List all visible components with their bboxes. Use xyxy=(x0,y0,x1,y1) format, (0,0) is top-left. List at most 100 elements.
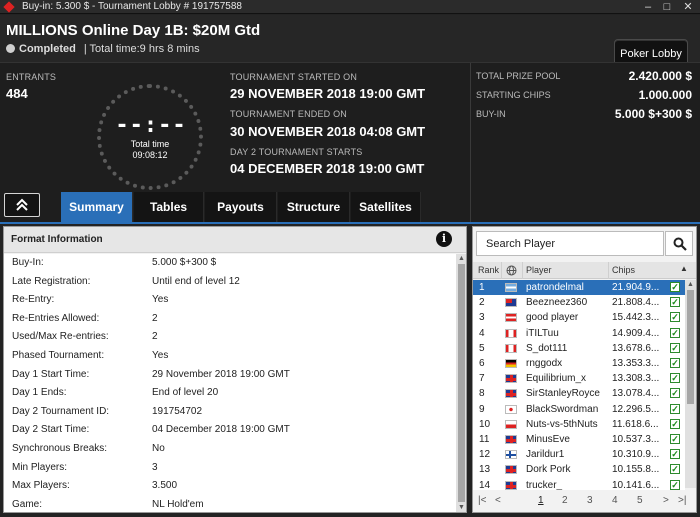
tab-payouts[interactable]: Payouts xyxy=(205,192,277,223)
player-rank: 5 xyxy=(479,342,485,354)
format-row-value: End of level 20 xyxy=(152,387,219,399)
flag-gb-icon xyxy=(505,465,517,475)
column-rank[interactable]: Rank xyxy=(478,265,499,275)
format-row-label: Day 1 Ends: xyxy=(12,387,67,399)
scroll-thumb[interactable] xyxy=(458,264,465,502)
format-row-value: 29 November 2018 19:00 GMT xyxy=(152,368,290,380)
checkmark-icon: ✓ xyxy=(670,373,680,384)
page-5-button[interactable]: 5 xyxy=(637,495,643,506)
player-name: trucker_ xyxy=(526,479,563,491)
tab-structure[interactable]: Structure xyxy=(278,192,350,223)
player-name: Jarildur1 xyxy=(526,449,565,461)
day2-label: DAY 2 TOURNAMENT STARTS xyxy=(230,147,363,157)
format-row-label: Min Players: xyxy=(12,461,68,473)
format-row-label: Synchronous Breaks: xyxy=(12,443,108,454)
info-divider xyxy=(470,63,471,223)
prev-page-button[interactable]: < xyxy=(495,495,501,506)
clock-label: Total time xyxy=(130,139,170,149)
maximize-icon[interactable]: □ xyxy=(659,0,675,14)
player-chips: 11.618.6... xyxy=(612,418,659,430)
player-row[interactable]: 11 MinusEve 10.537.3... ✓ xyxy=(473,432,685,448)
tournament-header: MILLIONS Online Day 1B: $20M Gtd Complet… xyxy=(0,15,700,69)
player-chips: 10.141.6... xyxy=(612,479,660,491)
format-row: Re-Entry: Yes xyxy=(4,291,456,310)
player-row[interactable]: 9 BlackSwordman 12.296.5... ✓ xyxy=(473,401,685,417)
buyin-value: 5.000 $+300 $ xyxy=(614,107,692,121)
entrants-label: ENTRANTS xyxy=(6,72,57,82)
scroll-down-icon[interactable]: ▼ xyxy=(457,504,466,512)
player-panel: Rank Player Chips ▲ 1 patrondelmal 21.904.… xyxy=(472,226,697,513)
player-rank: 1 xyxy=(479,282,485,293)
checkmark-icon: ✓ xyxy=(670,297,680,308)
player-row[interactable]: 4 iTILTuu 14.909.4... ✓ xyxy=(473,325,685,341)
player-name: Dork Pork xyxy=(526,464,571,476)
format-row-label: Late Registration: xyxy=(12,275,91,287)
scroll-up-icon[interactable]: ▲ xyxy=(686,281,695,288)
player-row[interactable]: 13 Dork Pork 10.155.8... ✓ xyxy=(473,462,685,478)
player-rank: 14 xyxy=(479,479,491,491)
player-chips: 13.353.3... xyxy=(612,358,660,369)
flag-de-icon xyxy=(505,359,517,368)
player-chips: 13.308.3... xyxy=(612,373,660,385)
page-1-button[interactable]: 1 xyxy=(538,495,544,506)
globe-icon[interactable] xyxy=(506,265,517,276)
page-2-button[interactable]: 2 xyxy=(562,495,568,506)
player-row[interactable]: 10 Nuts-vs-5thNuts 11.618.6... ✓ xyxy=(473,416,685,432)
player-row[interactable]: 8 SirStanleyRoyce 13.078.4... ✓ xyxy=(473,386,685,402)
flag-ca-icon xyxy=(505,328,517,338)
tournament-lobby-window: Buy-in: 5.300 $ - Tournament Lobby # 191… xyxy=(0,0,700,517)
format-row: Game: NL Hold'em xyxy=(4,496,456,512)
player-table-header: Rank Player Chips ▲ xyxy=(473,262,696,279)
search-player-input[interactable] xyxy=(477,232,663,255)
prize-pool-row: TOTAL PRIZE POOL 2.420.000 $ xyxy=(476,69,692,83)
player-chips: 12.296.5... xyxy=(612,403,660,415)
flag-gb-icon xyxy=(505,480,517,490)
column-player[interactable]: Player xyxy=(526,265,552,275)
player-chips: 10.155.8... xyxy=(612,464,660,476)
player-row[interactable]: 12 Jarildur1 10.310.9... ✓ xyxy=(473,447,685,463)
flag-ca-icon xyxy=(505,343,517,353)
player-row[interactable]: 2 Beezneez360 21.808.4... ✓ xyxy=(473,295,685,311)
next-page-button[interactable]: > xyxy=(663,495,669,506)
player-chips: 21.808.4... xyxy=(612,297,660,309)
player-row[interactable]: 7 Equilibrium_x 13.308.3... ✓ xyxy=(473,371,685,387)
format-row: Buy-In: 5.000 $+300 $ xyxy=(4,254,456,273)
search-button[interactable] xyxy=(665,231,693,256)
format-row-value: 3 xyxy=(152,461,158,473)
close-icon[interactable]: ✕ xyxy=(680,0,696,14)
flag-fi-icon xyxy=(505,450,517,460)
format-row-value: NL Hold'em xyxy=(152,498,204,510)
column-chips[interactable]: Chips xyxy=(612,265,635,275)
format-row-value: 04 December 2018 19:00 GMT xyxy=(152,424,290,436)
scroll-thumb[interactable] xyxy=(687,290,694,404)
tab-tables[interactable]: Tables xyxy=(134,192,204,223)
checkmark-icon: ✓ xyxy=(670,358,680,368)
format-scrollbar[interactable]: ▲ ▼ xyxy=(456,254,466,512)
info-icon[interactable]: i xyxy=(436,231,452,247)
player-scrollbar[interactable]: ▲ xyxy=(685,280,696,488)
tab-satellites[interactable]: Satellites xyxy=(351,192,421,223)
player-name: SirStanleyRoyce xyxy=(526,388,600,400)
player-rank: 4 xyxy=(479,327,485,339)
format-information-panel: Format Information i Buy-In: 5.000 $+300 … xyxy=(3,226,467,513)
format-row: Late Registration: Until end of level 12 xyxy=(4,273,456,292)
player-row[interactable]: 5 S_dot111 13.678.6... ✓ xyxy=(473,340,685,356)
scroll-up-icon[interactable]: ▲ xyxy=(457,255,466,263)
player-row[interactable]: 1 patrondelmal 21.904.9... ✓ xyxy=(473,280,685,296)
page-3-button[interactable]: 3 xyxy=(587,495,593,506)
pokerstars-logo-icon xyxy=(3,1,15,13)
flag-gb-icon xyxy=(505,435,517,444)
player-row[interactable]: 6 rnggodx 13.353.3... ✓ xyxy=(473,356,685,372)
sort-arrow-icon[interactable]: ▲ xyxy=(680,264,688,273)
format-row: Day 2 Tournament ID: 191754702 xyxy=(4,403,456,422)
checkmark-icon: ✓ xyxy=(670,479,680,490)
page-4-button[interactable]: 4 xyxy=(612,495,618,506)
minimize-icon[interactable]: – xyxy=(640,0,656,14)
tab-summary[interactable]: Summary xyxy=(61,192,133,223)
player-chips: 21.904.9... xyxy=(612,282,660,293)
last-page-button[interactable]: >| xyxy=(678,495,686,506)
player-row[interactable]: 3 good player 15.442.3... ✓ xyxy=(473,310,685,326)
first-page-button[interactable]: |< xyxy=(478,495,486,506)
format-row-value: 3.500 xyxy=(152,480,178,492)
collapse-button[interactable] xyxy=(4,193,40,217)
